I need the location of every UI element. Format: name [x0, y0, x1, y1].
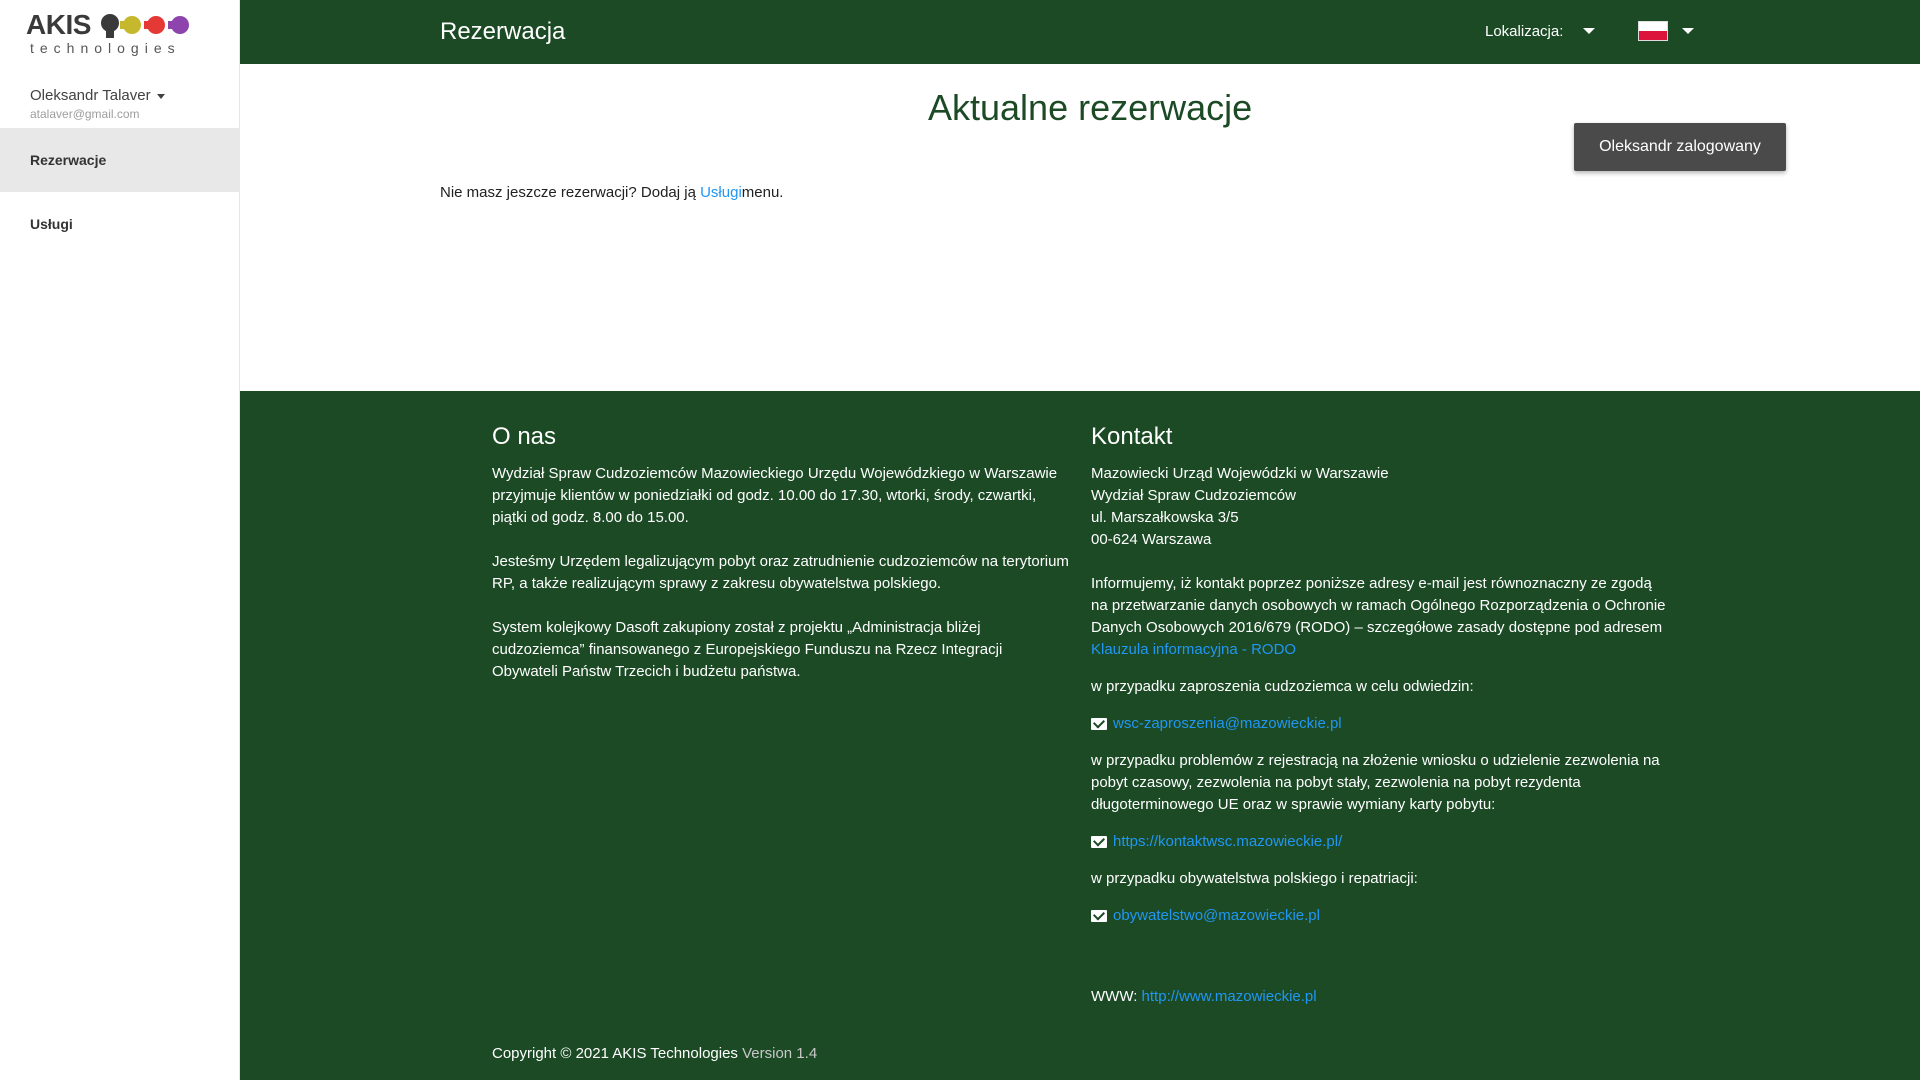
login-status-badge: Oleksandr zalogowany — [1574, 123, 1786, 171]
sidebar-item-rezerwacje[interactable]: Rezerwacje — [0, 128, 240, 192]
location-label: Lokalizacja: — [1485, 23, 1564, 40]
logo-subtitle: technologies — [30, 40, 181, 56]
contact-address-line: Wydział Spraw Cudzoziemców — [1091, 487, 1296, 504]
invite-label: w przypadku zaproszenia cudzoziemca w ce… — [1091, 678, 1474, 695]
sidebar-item-label: Rezerwacje — [30, 152, 107, 168]
top-app-bar: Rezerwacja Lokalizacja: — [240, 0, 1920, 64]
copyright-line: Copyright © 2021 AKIS Technologies Versi… — [492, 1043, 817, 1065]
copyright-text: Copyright © 2021 AKIS Technologies — [492, 1045, 738, 1062]
problems-link-line: https://kontaktwsc.mazowieckie.pl/ — [1091, 831, 1671, 853]
invite-email-link[interactable]: wsc-zaproszenia@mazowieckie.pl — [1113, 713, 1342, 735]
citizenship-label: w przypadku obywatelstwa polskiego i rep… — [1091, 870, 1418, 887]
problems-link[interactable]: https://kontaktwsc.mazowieckie.pl/ — [1113, 831, 1342, 853]
problems-label: w przypadku problemów z rejestracją na z… — [1091, 752, 1660, 813]
rodo-link[interactable]: Klauzula informacyjna - RODO — [1091, 641, 1296, 658]
empty-reservations-message: Nie masz jeszcze rezerwacji? Dodaj ją Us… — [440, 182, 783, 204]
user-email: atalaver@gmail.com — [30, 107, 140, 121]
user-name: Oleksandr Talaver — [30, 87, 151, 104]
main-heading: Aktualne rezerwacje — [928, 87, 1253, 128]
about-paragraph-3: System kolejkowy Dasoft zakupiony został… — [492, 619, 1003, 680]
language-dropdown-icon[interactable] — [1682, 28, 1694, 34]
contact-address-line: ul. Marszałkowska 3/5 — [1091, 509, 1239, 526]
invite-email-line: wsc-zaproszenia@mazowieckie.pl — [1091, 713, 1671, 735]
mail-icon — [1091, 910, 1107, 922]
citizenship-email-link[interactable]: obywatelstwo@mazowieckie.pl — [1113, 905, 1320, 927]
citizenship-email-line: obywatelstwo@mazowieckie.pl — [1091, 905, 1671, 927]
about-section: O nas Wydział Spraw Cudzoziemców Mazowie… — [492, 421, 1072, 683]
about-paragraph-2: Jesteśmy Urzędem legalizującym pobyt ora… — [492, 553, 1069, 592]
empty-suffix: menu. — [741, 184, 784, 201]
akis-logo[interactable]: AKIS technologies — [26, 10, 216, 56]
page-title: Rezerwacja — [440, 18, 566, 45]
mail-icon — [1091, 718, 1107, 730]
contact-address-line: Mazowiecki Urząd Wojewódzki w Warszawie — [1091, 465, 1389, 482]
rodo-info: Informujemy, iż kontakt poprzez poniższe… — [1091, 575, 1666, 636]
logo-word: AKIS — [26, 9, 91, 40]
about-heading: O nas — [492, 423, 557, 450]
sidebar: AKIS technologies Oleksandr Talaver atal… — [0, 0, 240, 1080]
empty-prefix: Nie masz jeszcze rezerwacji? Dodaj ją — [440, 184, 701, 201]
sidebar-item-label: Usługi — [30, 216, 73, 232]
www-label: WWW: — [1091, 988, 1138, 1005]
contact-section: Kontakt Mazowiecki Urząd Wojewódzki w Wa… — [1091, 421, 1671, 1008]
mail-icon — [1091, 836, 1107, 848]
www-line: WWW: http://www.mazowieckie.pl — [1091, 986, 1671, 1008]
www-link[interactable]: http://www.mazowieckie.pl — [1142, 988, 1317, 1005]
contact-heading: Kontakt — [1091, 423, 1173, 450]
user-menu[interactable]: Oleksandr Talaver atalaver@gmail.com — [30, 86, 165, 121]
uslugi-link[interactable]: Usługi — [700, 184, 742, 201]
footer: O nas Wydział Spraw Cudzoziemców Mazowie… — [240, 391, 1920, 1080]
pl-flag-icon[interactable] — [1638, 21, 1668, 41]
contact-address-line: 00-624 Warszawa — [1091, 531, 1212, 548]
version-text: Version 1.4 — [742, 1045, 818, 1062]
about-paragraph-1: Wydział Spraw Cudzoziemców Mazowieckiego… — [492, 465, 1058, 526]
sidebar-item-uslugi[interactable]: Usługi — [0, 192, 240, 256]
caret-down-icon — [156, 93, 165, 99]
location-dropdown-icon[interactable] — [1583, 28, 1595, 34]
logo-puzzle-icon — [101, 14, 189, 38]
user-name-dropdown[interactable]: Oleksandr Talaver — [30, 86, 165, 106]
